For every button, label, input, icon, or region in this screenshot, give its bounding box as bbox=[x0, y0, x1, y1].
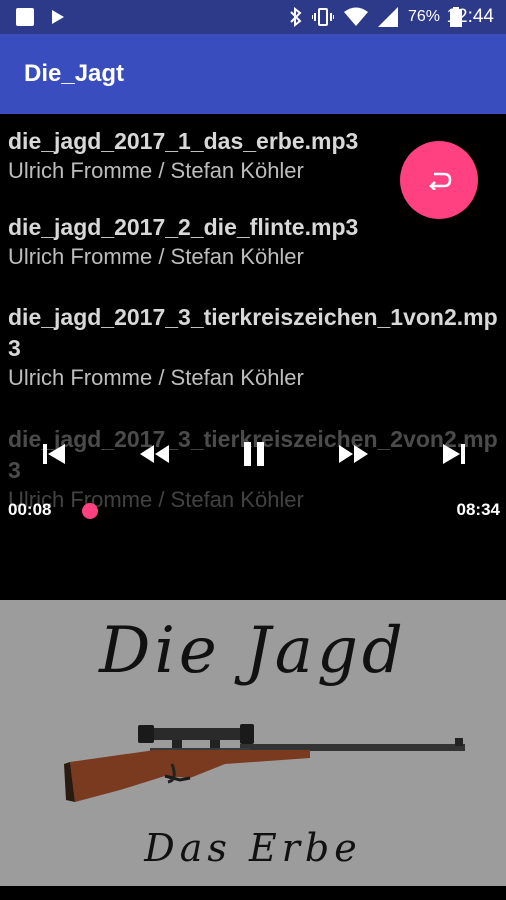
track-item[interactable]: die_jagd_2017_1_das_erbe.mp3 Ulrich From… bbox=[0, 126, 366, 185]
fast-forward-icon bbox=[339, 445, 368, 463]
track-title: die_jagd_2017_2_die_flinte.mp3 bbox=[8, 214, 359, 240]
fast-forward-button[interactable] bbox=[334, 436, 374, 472]
total-duration: 08:34 bbox=[456, 500, 500, 519]
status-icons: 76% bbox=[290, 6, 463, 28]
rewind-icon bbox=[140, 445, 169, 463]
track-item[interactable]: die_jagd_2017_2_die_flinte.mp3 Ulrich Fr… bbox=[0, 212, 366, 271]
track-artist: Ulrich Fromme / Stefan Köhler bbox=[8, 365, 304, 390]
cover-title: Die Jagd bbox=[99, 614, 407, 688]
rewind-button[interactable] bbox=[134, 436, 174, 472]
next-button[interactable] bbox=[434, 436, 474, 472]
pause-icon bbox=[244, 442, 264, 466]
track-artist: Ulrich Fromme / Stefan Köhler bbox=[8, 158, 304, 183]
skip-next-icon bbox=[443, 444, 465, 464]
bluetooth-icon bbox=[290, 7, 302, 27]
seek-thumb[interactable] bbox=[82, 503, 98, 519]
previous-button[interactable] bbox=[34, 436, 74, 472]
bottom-strip bbox=[0, 886, 506, 900]
elapsed-time: 00:08 bbox=[8, 500, 52, 519]
album-cover: Die Jagd Das Erbe bbox=[0, 600, 506, 886]
undo-icon bbox=[429, 172, 452, 190]
signal-icon bbox=[378, 7, 398, 27]
track-title: die_jagd_2017_1_das_erbe.mp3 bbox=[8, 128, 359, 154]
player-controls bbox=[0, 432, 506, 474]
skip-previous-icon bbox=[43, 444, 65, 464]
rifle-illustration bbox=[64, 724, 465, 802]
status-bar: 76% 12:44 bbox=[0, 0, 506, 34]
track-item[interactable]: die_jagd_2017_3_tierkreiszeichen_1von2.m… bbox=[0, 302, 506, 392]
app-bar: Die_Jagt bbox=[0, 34, 506, 114]
app-title: Die_Jagt bbox=[24, 60, 125, 87]
battery-percent: 76% bbox=[408, 8, 441, 25]
vibrate-icon bbox=[312, 8, 334, 26]
back-fab-button[interactable] bbox=[400, 141, 478, 219]
cover-subtitle: Das Erbe bbox=[144, 826, 362, 870]
clock: 12:44 bbox=[446, 6, 494, 27]
track-title: die_jagd_2017_3_tierkreiszeichen_1von2.m… bbox=[8, 304, 498, 361]
track-artist: Ulrich Fromme / Stefan Köhler bbox=[8, 244, 304, 269]
wifi-icon bbox=[344, 7, 368, 26]
play-icon bbox=[52, 10, 64, 24]
pause-button[interactable] bbox=[234, 436, 274, 472]
square-icon bbox=[16, 8, 34, 26]
